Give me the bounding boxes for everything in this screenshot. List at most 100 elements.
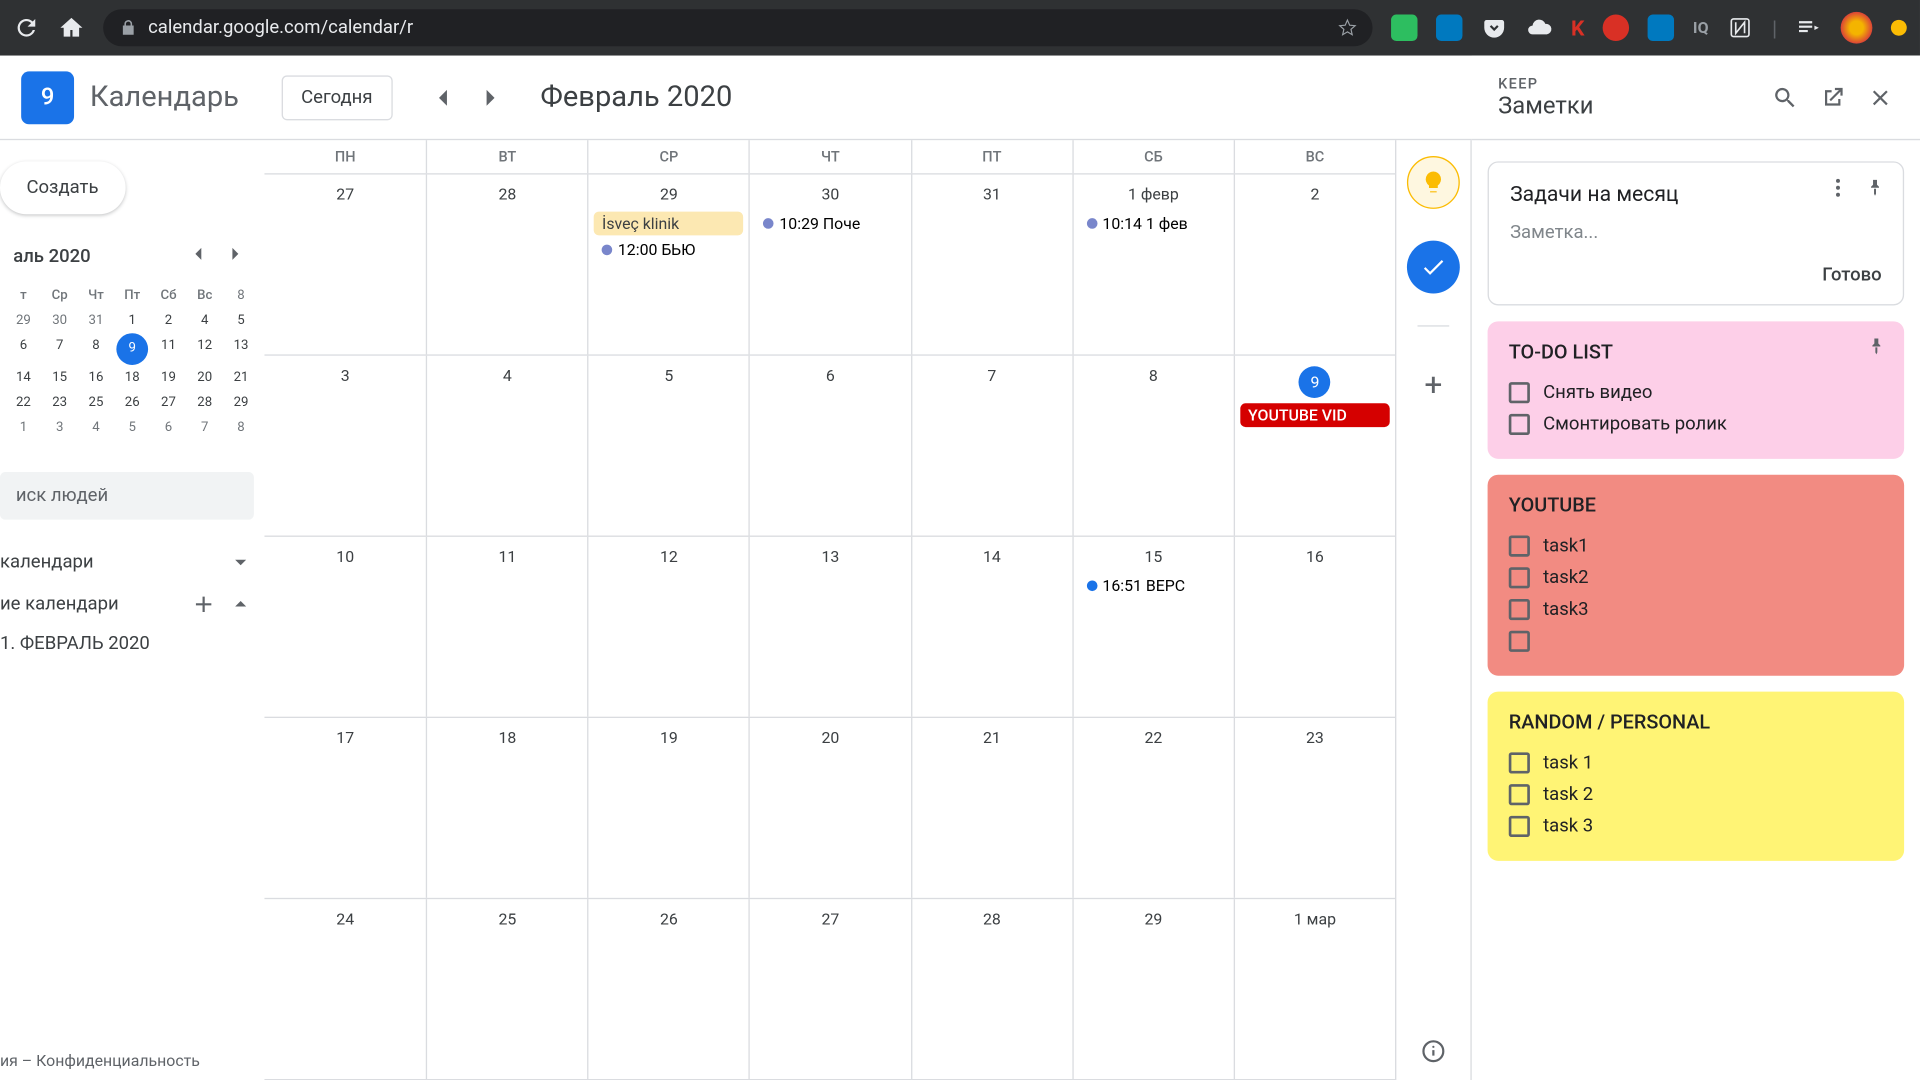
day-cell[interactable]: 4: [426, 356, 588, 536]
day-cell[interactable]: 1 мар: [1233, 899, 1395, 1079]
day-cell[interactable]: 6: [749, 356, 911, 536]
ext-grammarly-icon[interactable]: [1603, 15, 1629, 41]
checklist-item[interactable]: [1509, 625, 1883, 657]
day-cell[interactable]: 7: [910, 356, 1072, 536]
day-cell[interactable]: 24: [264, 899, 426, 1079]
mini-day[interactable]: 1: [5, 415, 41, 440]
note-done-button[interactable]: Готово: [1510, 264, 1882, 285]
ext-pocket-icon[interactable]: [1481, 15, 1507, 41]
checklist-item[interactable]: task3: [1509, 594, 1883, 626]
note-editor-body[interactable]: Заметка...: [1510, 222, 1882, 243]
reload-icon[interactable]: [13, 15, 39, 41]
keep-note[interactable]: YOUTUBEtask1task2task3: [1488, 475, 1905, 676]
checklist-item[interactable]: task2: [1509, 562, 1883, 594]
mini-day[interactable]: 29: [223, 390, 259, 415]
day-cell[interactable]: 27: [264, 175, 426, 355]
next-month-button[interactable]: [469, 76, 511, 118]
other-calendars-section[interactable]: ие календари: [0, 583, 264, 625]
day-cell[interactable]: 14: [910, 537, 1072, 717]
mini-day[interactable]: 26: [114, 390, 150, 415]
today-button[interactable]: Сегодня: [281, 75, 392, 120]
mini-day[interactable]: 9: [116, 333, 148, 365]
mini-day[interactable]: 27: [150, 390, 186, 415]
checklist-item[interactable]: Снять видео: [1509, 377, 1883, 409]
day-cell[interactable]: 19: [587, 718, 749, 898]
checklist-item[interactable]: task 3: [1509, 811, 1883, 843]
checkbox-icon[interactable]: [1509, 631, 1530, 652]
profile-avatar-icon[interactable]: [1841, 12, 1873, 44]
mini-day[interactable]: 7: [42, 333, 78, 365]
day-cell[interactable]: 21: [910, 718, 1072, 898]
address-bar[interactable]: calendar.google.com/calendar/r: [103, 9, 1373, 46]
mini-day[interactable]: 15: [42, 365, 78, 390]
mini-day[interactable]: 23: [42, 390, 78, 415]
mini-day[interactable]: 25: [78, 390, 114, 415]
mini-day[interactable]: 2: [150, 308, 186, 333]
add-addon-button[interactable]: +: [1407, 358, 1460, 411]
ext-board-icon[interactable]: [1648, 15, 1674, 41]
open-external-icon[interactable]: [1819, 84, 1845, 110]
mini-day[interactable]: 29: [5, 308, 41, 333]
calendar-event[interactable]: 16:51 ВЕРС: [1079, 574, 1229, 598]
checklist-item[interactable]: Смонтировать ролик: [1509, 409, 1883, 441]
checklist-item[interactable]: task 1: [1509, 747, 1883, 779]
checklist-item[interactable]: task1: [1509, 530, 1883, 562]
ext-playlist-icon[interactable]: [1796, 15, 1822, 41]
ext-dot-icon[interactable]: [1891, 20, 1907, 36]
day-cell[interactable]: 28: [426, 175, 588, 355]
day-cell[interactable]: 27: [749, 899, 911, 1079]
keep-note[interactable]: RANDOM / PERSONALtask 1task 2task 3: [1488, 692, 1905, 861]
my-calendars-section[interactable]: календари: [0, 541, 264, 583]
mini-day[interactable]: 5: [114, 415, 150, 440]
star-icon[interactable]: [1338, 19, 1357, 38]
day-cell[interactable]: 23: [1233, 718, 1395, 898]
day-cell[interactable]: 1 февр10:14 1 фев: [1072, 175, 1234, 355]
mini-day[interactable]: 3: [42, 415, 78, 440]
checkbox-icon[interactable]: [1509, 536, 1530, 557]
day-cell[interactable]: 18: [426, 718, 588, 898]
day-cell[interactable]: 29İsveç klinik12:00 БЬЮ: [587, 175, 749, 355]
mini-day[interactable]: 14: [5, 365, 41, 390]
day-cell[interactable]: 29: [1072, 899, 1234, 1079]
create-button[interactable]: Создать: [0, 161, 125, 214]
mini-day[interactable]: 30: [42, 308, 78, 333]
ext-notion-icon[interactable]: [1727, 15, 1753, 41]
tasks-button[interactable]: [1407, 241, 1460, 294]
footer-links[interactable]: ия – Конфиденциальность: [0, 1041, 264, 1080]
day-cell[interactable]: 31: [910, 175, 1072, 355]
mini-day[interactable]: 8: [223, 415, 259, 440]
day-cell[interactable]: 8: [1072, 356, 1234, 536]
people-search-input[interactable]: иск людей: [0, 472, 254, 520]
mini-day[interactable]: 8: [78, 333, 114, 365]
day-cell[interactable]: 28: [910, 899, 1072, 1079]
pin-icon[interactable]: [1864, 335, 1888, 364]
day-cell[interactable]: 1516:51 ВЕРС: [1072, 537, 1234, 717]
keep-search-icon[interactable]: [1772, 84, 1798, 110]
pin-icon[interactable]: [1863, 176, 1887, 205]
calendar-event[interactable]: İsveç klinik: [594, 212, 744, 236]
mini-day[interactable]: 20: [187, 365, 223, 390]
calendar-event[interactable]: 12:00 БЬЮ: [594, 238, 744, 262]
plus-icon[interactable]: [190, 591, 216, 617]
checkbox-icon[interactable]: [1509, 414, 1530, 435]
day-cell[interactable]: 9YOUTUBE VID: [1233, 356, 1395, 536]
day-cell[interactable]: 16: [1233, 537, 1395, 717]
mini-day[interactable]: 4: [187, 308, 223, 333]
mini-day[interactable]: 7: [187, 415, 223, 440]
day-cell[interactable]: 25: [426, 899, 588, 1079]
checkbox-icon[interactable]: [1509, 382, 1530, 403]
mini-next-button[interactable]: [220, 241, 252, 273]
day-cell[interactable]: 2: [1233, 175, 1395, 355]
checkbox-icon[interactable]: [1509, 599, 1530, 620]
note-editor[interactable]: Задачи на месяц Заметка... Готово: [1488, 161, 1905, 305]
info-button[interactable]: [1407, 1027, 1460, 1080]
ext-iq-icon[interactable]: IQ: [1693, 19, 1709, 38]
mini-day[interactable]: 6: [150, 415, 186, 440]
day-cell[interactable]: 5: [587, 356, 749, 536]
mini-day[interactable]: 8: [223, 283, 259, 308]
mini-day[interactable]: 13: [223, 333, 259, 365]
checkbox-icon[interactable]: [1509, 752, 1530, 773]
day-cell[interactable]: 22: [1072, 718, 1234, 898]
day-cell[interactable]: 20: [749, 718, 911, 898]
checkbox-icon[interactable]: [1509, 567, 1530, 588]
